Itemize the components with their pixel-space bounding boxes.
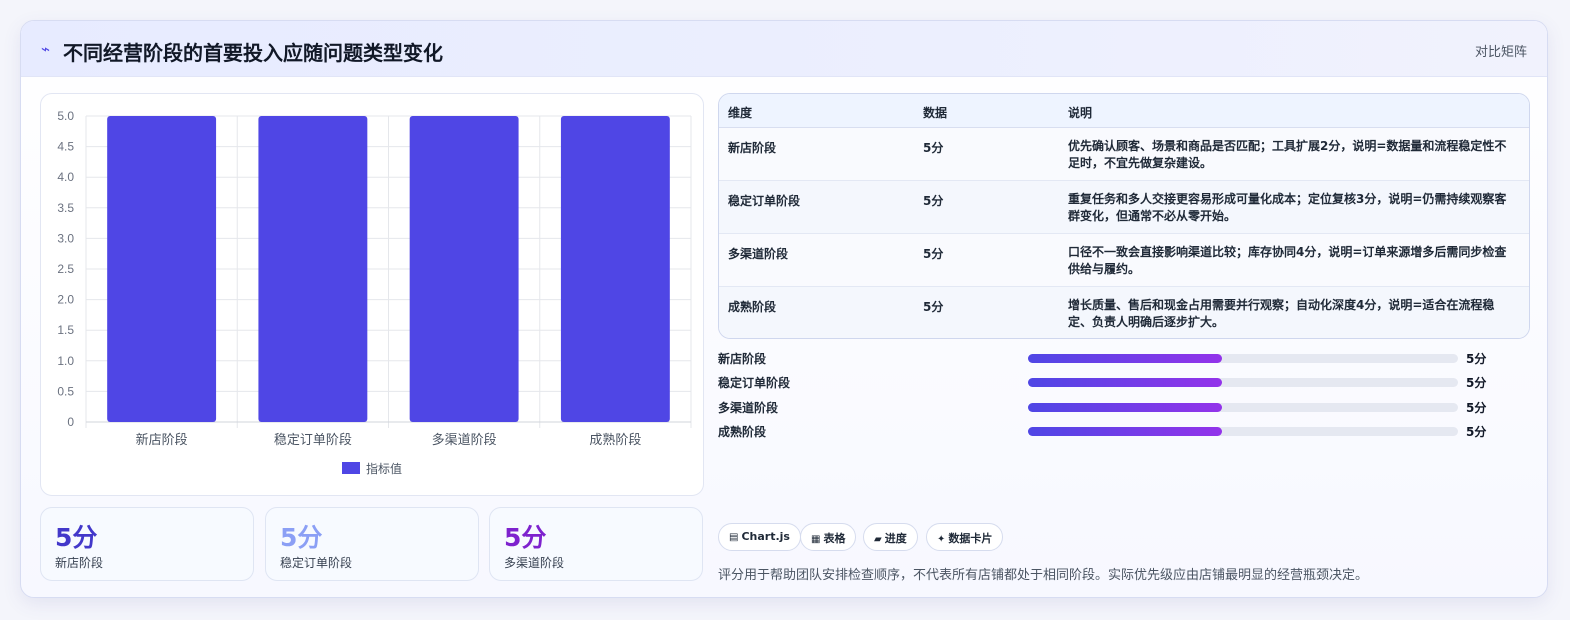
chip-label: 表格 (823, 532, 846, 545)
progress-track (1028, 427, 1458, 436)
progress-label: 新店阶段 (718, 352, 767, 366)
progress-row: 多渠道阶段 5分 (718, 398, 1518, 416)
stat-card-1: 5分 稳定订单阶段 (265, 507, 479, 581)
stat-label: 新店阶段 (55, 556, 104, 570)
progress-fill (1028, 378, 1222, 387)
row-description: 重复任务和多人交接更容易形成可量化成本；定位复核3分，说明=仍需持续观察客群变化… (1068, 192, 1507, 223)
progress-row: 新店阶段 5分 (718, 349, 1518, 367)
y-tick-label: 3.5 (57, 201, 74, 215)
stat-value: 5分 (55, 523, 98, 552)
y-tick-label: 5.0 (57, 109, 74, 123)
table-header-data: 数据 (923, 106, 948, 120)
stat-label: 稳定订单阶段 (280, 556, 353, 570)
table-row: 稳定订单阶段 5分 重复任务和多人交接更容易形成可量化成本；定位复核3分，说明=… (719, 181, 1529, 234)
y-tick-label: 0.5 (57, 384, 74, 398)
y-tick-label: 1.5 (57, 323, 74, 337)
bar (107, 116, 217, 422)
row-dimension: 成熟阶段 (728, 300, 777, 314)
trend-icon: ⌁ (41, 40, 51, 58)
table-row: 新店阶段 5分 优先确认顾客、场景和商品是否匹配；工具扩展2分，说明=数据量和流… (719, 128, 1529, 181)
table-row: 成熟阶段 5分 增长质量、售后和现金占用需要并行观察；自动化深度4分，说明=适合… (719, 287, 1529, 338)
progress-track (1028, 354, 1458, 363)
x-tick-label: 成熟阶段 (589, 432, 641, 448)
bar (409, 116, 519, 422)
progress-icon: ▰ (874, 534, 882, 545)
y-tick-label: 2.5 (57, 262, 74, 276)
chip-label: Chart.js (741, 530, 790, 543)
table-row: 多渠道阶段 5分 口径不一致会直接影响渠道比较；库存协同4分，说明=订单来源增多… (719, 234, 1529, 287)
legend-swatch (342, 462, 360, 474)
bar (560, 116, 670, 422)
row-description: 口径不一致会直接影响渠道比较；库存协同4分，说明=订单来源增多后需同步检查供给与… (1068, 245, 1507, 276)
row-data: 5分 (923, 300, 944, 314)
progress-value: 5分 (1466, 401, 1487, 415)
progress-track (1028, 378, 1458, 387)
progress-label: 成熟阶段 (718, 425, 767, 439)
row-data: 5分 (923, 194, 944, 208)
data-table: 维度 数据 说明 新店阶段 5分 优先确认顾客、场景和商品是否匹配；工具扩展2分… (718, 93, 1530, 339)
table-header-row: 维度 数据 说明 (719, 94, 1529, 128)
bar-chart-panel: 0 0.5 1.0 1.5 2.0 2.5 3.0 3.5 4.0 4.5 5.0 新店阶段 稳定订单阶… (40, 93, 704, 496)
stat-label: 多渠道阶段 (504, 556, 565, 570)
progress-fill (1028, 354, 1222, 363)
table-header-description: 说明 (1068, 106, 1093, 120)
row-dimension: 新店阶段 (728, 141, 777, 155)
legend-label: 指标值 (366, 461, 402, 476)
y-tick-label: 0 (67, 415, 74, 429)
progress-row: 成熟阶段 5分 (718, 422, 1518, 440)
progress-row: 稳定订单阶段 5分 (718, 373, 1518, 391)
bar (258, 116, 368, 422)
stat-card-2: 5分 多渠道阶段 (489, 507, 703, 581)
row-description: 增长质量、售后和现金占用需要并行观察；自动化深度4分，说明=适合在流程稳定、负责… (1068, 298, 1495, 329)
stat-value: 5分 (504, 523, 547, 552)
chip-label: 数据卡片 (948, 532, 993, 545)
y-tick-label: 4.0 (57, 170, 74, 184)
y-tick-label: 1.0 (57, 354, 74, 368)
bar-chart: 0 0.5 1.0 1.5 2.0 2.5 3.0 3.5 4.0 4.5 5.0 新店阶段 稳定订单阶… (57, 109, 692, 476)
progress-fill (1028, 403, 1222, 412)
chip-label: 进度 (884, 532, 907, 545)
chip-data-card[interactable]: ✦ 数据卡片 (926, 523, 1004, 551)
row-data: 5分 (923, 141, 944, 155)
progress-track (1028, 403, 1458, 412)
table-header-dimension: 维度 (728, 106, 753, 120)
chip-chartjs[interactable]: ▤ Chart.js (718, 523, 801, 551)
chip-table[interactable]: ▦ 表格 (800, 523, 857, 551)
progress-value: 5分 (1466, 376, 1487, 390)
x-tick-label: 稳定订单阶段 (274, 432, 352, 448)
y-tick-label: 3.0 (57, 231, 74, 245)
progress-fill (1028, 427, 1222, 436)
row-dimension: 稳定订单阶段 (728, 194, 801, 208)
progress-value: 5分 (1466, 425, 1487, 439)
y-tick-label: 4.5 (57, 140, 74, 154)
row-description: 优先确认顾客、场景和商品是否匹配；工具扩展2分，说明=数据量和流程稳定性不足时，… (1068, 139, 1507, 170)
table-icon: ▦ (811, 534, 821, 545)
stat-value: 5分 (280, 523, 323, 552)
chip-progress[interactable]: ▰ 进度 (863, 523, 918, 551)
card-title: 不同经营阶段的首要投入应随问题类型变化 (63, 41, 443, 65)
comparison-card: ⌁ 不同经营阶段的首要投入应随问题类型变化 对比矩阵 0 0.5 1.0 1.5 2.0… (20, 20, 1548, 598)
x-tick-label: 多渠道阶段 (432, 432, 497, 448)
progress-label: 稳定订单阶段 (718, 376, 791, 390)
row-dimension: 多渠道阶段 (728, 247, 789, 261)
card-icon: ✦ (937, 534, 946, 545)
card-header: ⌁ 不同经营阶段的首要投入应随问题类型变化 对比矩阵 (21, 21, 1547, 77)
header-tag: 对比矩阵 (1474, 45, 1527, 60)
progress-value: 5分 (1466, 352, 1487, 366)
footnote: 评分用于帮助团队安排检查顺序，不代表所有店铺都处于相同阶段。实际优先级应由店铺最… (718, 568, 1369, 583)
y-tick-label: 2.0 (57, 293, 74, 307)
row-data: 5分 (923, 247, 944, 261)
progress-label: 多渠道阶段 (718, 401, 779, 415)
stat-card-0: 5分 新店阶段 (40, 507, 254, 581)
chart-icon: ▤ (729, 532, 739, 543)
x-tick-label: 新店阶段 (136, 432, 188, 448)
